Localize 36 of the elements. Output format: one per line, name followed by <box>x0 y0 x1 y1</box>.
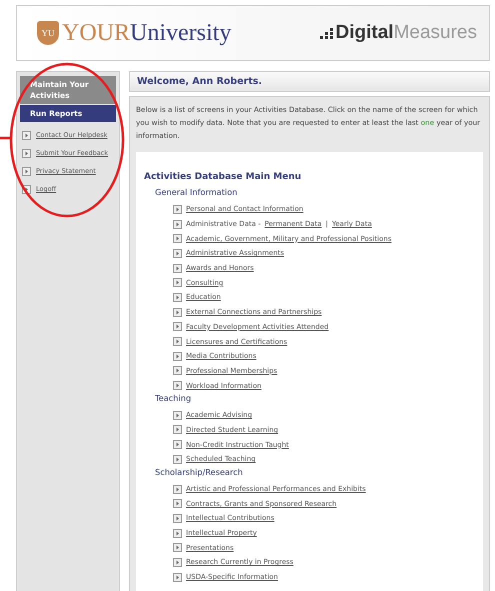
arrow-box-icon <box>173 264 182 273</box>
arrow-box-icon <box>173 234 182 244</box>
arrow-box-icon <box>173 572 182 582</box>
dots-logo-icon <box>320 28 334 38</box>
arrow-box-icon <box>173 322 182 332</box>
arrow-box-icon <box>173 204 182 214</box>
arrow-box-icon <box>173 337 182 346</box>
arrow-box-icon <box>22 130 31 140</box>
arrow-box-icon <box>22 166 31 176</box>
arrow-box-icon <box>173 454 182 464</box>
arrow-box-icon <box>173 425 182 434</box>
arrow-box-icon <box>173 381 182 390</box>
arrow-box-icon <box>173 308 182 317</box>
university-crest: YU <box>37 21 59 45</box>
arrow-box-icon <box>173 440 182 450</box>
arrow-box-icon <box>173 220 182 229</box>
vendor-logo-text: DigitalMeasures <box>336 22 477 44</box>
arrow-box-icon <box>173 528 182 538</box>
arrow-box-icon <box>173 514 182 523</box>
section-title: Teaching <box>155 392 192 405</box>
arrow-box-icon <box>173 292 182 302</box>
arrow-box-icon <box>173 499 182 508</box>
university-logo-text: YOURUniversity <box>62 20 232 46</box>
menu-title: Activities Database Main Menu <box>144 172 302 182</box>
arrow-box-icon <box>173 366 182 376</box>
arrow-box-icon <box>173 352 182 361</box>
welcome-heading: Welcome, Ann Roberts. <box>129 71 490 92</box>
arrow-box-icon <box>173 248 182 258</box>
arrow-box-icon <box>173 484 182 494</box>
section-title: Scholarship/Research <box>155 466 244 479</box>
section-title: General Information <box>155 187 238 199</box>
arrow-box-icon <box>173 558 182 567</box>
arrow-box-icon <box>22 148 31 158</box>
arrow-box-icon <box>173 543 182 552</box>
arrow-box-icon <box>173 410 182 420</box>
arrow-box-icon <box>173 278 182 288</box>
